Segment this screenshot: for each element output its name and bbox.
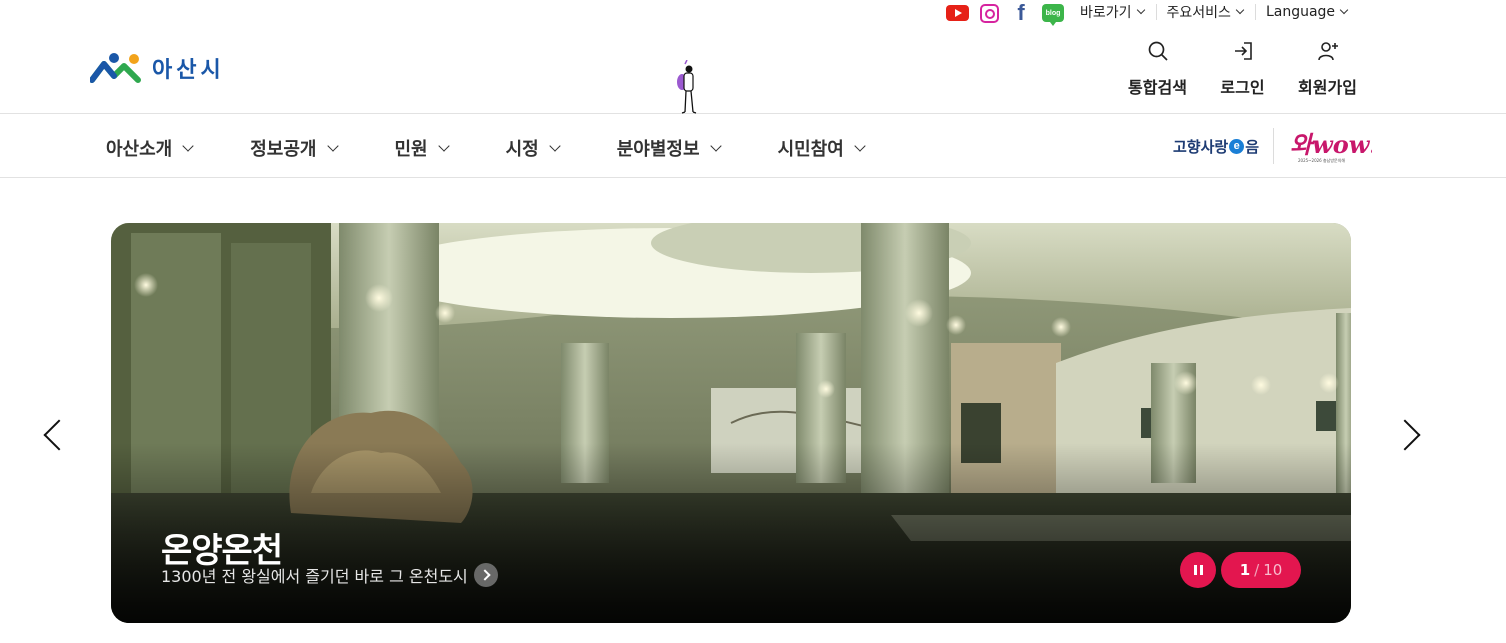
nav-item-label: 정보공개 <box>250 139 317 160</box>
nav-item-participation[interactable]: 시민참여 <box>777 135 866 161</box>
user-add-icon <box>1317 42 1338 61</box>
pause-icon <box>1199 565 1203 575</box>
chevron-down-icon <box>1235 5 1245 15</box>
slide-subtitle-link[interactable]: 1300년 전 왕실에서 즐기던 바로 그 온천도시 <box>161 563 498 587</box>
login-button[interactable]: 로그인 <box>1200 40 1285 98</box>
gohyang-e-badge: e <box>1229 138 1245 154</box>
hero-slider: 온양온천 1300년 전 왕실에서 즐기던 바로 그 온천도시 1 / 10 <box>111 223 1351 623</box>
nav-item-label: 분야별정보 <box>616 139 700 160</box>
services-label: 주요서비스 <box>1166 5 1231 21</box>
nav-item-administration[interactable]: 시정 <box>505 135 561 161</box>
signup-label: 회원가입 <box>1298 78 1357 97</box>
next-slide-arrow[interactable] <box>1389 419 1421 451</box>
login-icon <box>1234 42 1252 60</box>
wow-visit-year-logo[interactable]: 와wow! 2025~2026 충남방문의해 <box>1288 127 1372 165</box>
logo-mark-icon <box>90 53 141 83</box>
search-label: 통합검색 <box>1128 78 1187 97</box>
chevron-right-icon[interactable] <box>473 563 498 587</box>
pause-button[interactable] <box>1180 552 1216 588</box>
mascot-illustration <box>677 60 697 114</box>
login-label: 로그인 <box>1220 78 1265 97</box>
utility-bar: f blog 바로가기 주요서비스 Language <box>0 0 1506 28</box>
search-button[interactable]: 통합검색 <box>1115 40 1200 98</box>
gohyang-prefix: 고향사랑 <box>1172 137 1229 156</box>
logo-text: 아산시 <box>152 58 225 83</box>
signup-button[interactable]: 회원가입 <box>1285 40 1370 98</box>
services-dropdown[interactable]: 주요서비스 <box>1166 4 1256 21</box>
chevron-down-icon <box>437 139 450 152</box>
blog-icon[interactable]: blog <box>1041 2 1065 26</box>
svg-text:2025~2026 충남방문의해: 2025~2026 충남방문의해 <box>1298 157 1345 163</box>
nav-item-disclosure[interactable]: 정보공개 <box>250 135 339 161</box>
gohyang-love-banner[interactable]: 고향사랑 e 음 <box>1173 128 1274 164</box>
site-logo[interactable]: 아산시 <box>90 52 225 84</box>
shortcut-dropdown[interactable]: 바로가기 <box>1080 4 1157 21</box>
nav-item-about[interactable]: 아산소개 <box>106 135 194 161</box>
nav-item-label: 시민참여 <box>777 139 844 160</box>
chevron-down-icon <box>1339 5 1349 15</box>
chevron-down-icon <box>549 139 561 152</box>
nav-item-label: 시정 <box>505 139 539 160</box>
utility-links: 바로가기 주요서비스 Language <box>1080 4 1359 21</box>
nav-item-label: 아산소개 <box>106 139 173 160</box>
chevron-down-icon <box>182 139 194 152</box>
facebook-icon[interactable]: f <box>1009 2 1033 24</box>
youtube-icon[interactable] <box>945 2 969 24</box>
svg-text:와wow!: 와wow! <box>1290 130 1372 159</box>
slide-subtitle: 1300년 전 왕실에서 즐기던 바로 그 온천도시 <box>161 567 468 586</box>
nav-item-label: 민원 <box>394 139 428 160</box>
slide-total: 10 <box>1263 561 1283 579</box>
shortcut-label: 바로가기 <box>1080 5 1132 21</box>
language-dropdown[interactable]: Language <box>1266 4 1359 20</box>
prev-slide-arrow[interactable] <box>43 419 75 451</box>
search-icon <box>1148 41 1168 61</box>
nav-item-field-info[interactable]: 분야별정보 <box>616 135 722 161</box>
main-nav: 아산소개 정보공개 민원 시정 분야별정보 시민참여 고향사랑 e 음 와wow… <box>0 115 1506 178</box>
header-actions: 통합검색 로그인 회원가입 <box>1115 40 1370 98</box>
chevron-down-icon <box>709 139 722 152</box>
chevron-down-icon <box>1136 5 1145 15</box>
chevron-down-icon <box>854 139 866 152</box>
slide-separator: / <box>1254 561 1260 579</box>
site-header: 아산시 통합검색 로그인 회원가입 <box>0 28 1506 114</box>
chevron-down-icon <box>326 139 339 152</box>
nav-item-civil[interactable]: 민원 <box>394 135 450 161</box>
social-links: f blog <box>945 2 1073 26</box>
nav-banners: 고향사랑 e 음 와wow! 2025~2026 충남방문의해 <box>1173 127 1372 165</box>
slide-counter: 1 / 10 <box>1221 552 1301 588</box>
language-label: Language <box>1265 4 1336 20</box>
gohyang-suffix: 음 <box>1245 137 1259 156</box>
pause-icon <box>1193 565 1197 575</box>
instagram-icon[interactable] <box>977 2 1001 24</box>
nav-menu: 아산소개 정보공개 민원 시정 분야별정보 시민참여 <box>106 135 866 161</box>
slide-current: 1 <box>1239 561 1251 579</box>
